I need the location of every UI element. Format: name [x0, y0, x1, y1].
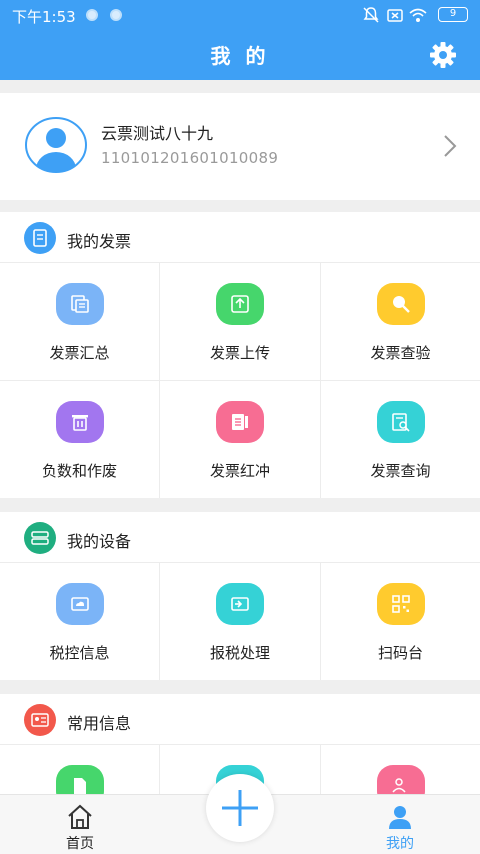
- contacts-icon: [376, 765, 425, 794]
- notification-dot-icon: [86, 9, 98, 21]
- trash-icon: [55, 401, 104, 443]
- tax-control-info-button[interactable]: 税控信息: [0, 563, 159, 680]
- transfer-icon: [216, 583, 264, 625]
- person-icon: [389, 806, 411, 829]
- status-bar: 下午1:53 9: [0, 0, 480, 30]
- section-header: 常用信息: [0, 694, 480, 745]
- grid-item-label: 发票查询: [370, 462, 431, 480]
- invoice-red-reversal-button[interactable]: 发票红冲: [160, 381, 320, 498]
- section-title: 我的设备: [67, 532, 132, 551]
- section-title: 我的发票: [67, 232, 132, 251]
- notification-dot-icon: [110, 9, 122, 21]
- sim-icon: [387, 9, 403, 22]
- id-card-icon: [24, 704, 56, 736]
- section-title: 常用信息: [67, 714, 132, 733]
- invoice-summary-button[interactable]: 发票汇总: [0, 263, 159, 380]
- page-title: 我 的: [210, 44, 270, 68]
- invoice-section-icon: [24, 222, 56, 254]
- section-header: 我的发票: [0, 212, 480, 263]
- section-header: 我的设备: [0, 512, 480, 563]
- file-icon: [55, 765, 104, 794]
- user-avatar-icon: [25, 117, 87, 173]
- invoice-summary-icon: [55, 283, 104, 325]
- negative-void-button[interactable]: 负数和作废: [0, 381, 159, 498]
- nav-home-label: 首页: [66, 836, 94, 852]
- grid-item-label: 发票汇总: [49, 344, 110, 362]
- plus-icon: [222, 790, 258, 826]
- gear-icon[interactable]: [428, 40, 458, 70]
- document-search-icon: [376, 401, 425, 443]
- grid-item-label: 发票红冲: [209, 462, 270, 480]
- magnifier-icon: [376, 283, 425, 325]
- grid-item-label: 负数和作废: [41, 462, 117, 480]
- invoice-upload-button[interactable]: 发票上传: [160, 263, 320, 380]
- grid-item-label: 扫码台: [377, 644, 423, 662]
- qr-code-icon: [376, 583, 425, 625]
- grid-item-label: 报税处理: [209, 644, 270, 662]
- section-my-devices: 我的设备 税控信息 报税处理 扫码台: [0, 512, 480, 680]
- document-icon: [216, 401, 264, 443]
- invoice-verify-button[interactable]: 发票查验: [321, 263, 480, 380]
- grid-item-label: 税控信息: [49, 644, 110, 662]
- tax-filing-button[interactable]: 报税处理: [160, 563, 320, 680]
- upload-icon: [216, 283, 264, 325]
- chevron-right-icon: [444, 135, 457, 157]
- status-time: 下午1:53: [12, 8, 76, 26]
- top-bar: 下午1:53 9 我 的: [0, 0, 480, 80]
- cloud-device-icon: [55, 583, 104, 625]
- device-section-icon: [24, 522, 56, 554]
- battery-icon: 9: [438, 7, 468, 22]
- profile-card[interactable]: 云票测试八十九 110101201601010089: [0, 93, 480, 200]
- invoice-query-button[interactable]: 发票查询: [321, 381, 480, 498]
- grid-item-label: 发票上传: [209, 344, 270, 362]
- common-item-1[interactable]: [0, 745, 159, 794]
- wifi-icon: [409, 8, 427, 22]
- grid-item-label: 发票查验: [370, 344, 431, 362]
- nav-mine-label: 我的: [386, 836, 414, 852]
- home-icon: [68, 804, 92, 829]
- scan-station-button[interactable]: 扫码台: [321, 563, 480, 680]
- add-button[interactable]: [206, 774, 274, 842]
- nav-home[interactable]: 首页: [48, 801, 112, 852]
- profile-id: 110101201601010089: [101, 149, 279, 167]
- profile-name: 云票测试八十九: [101, 124, 214, 143]
- common-item-3[interactable]: [321, 745, 480, 794]
- section-my-invoices: 我的发票 发票汇总 发票上传 发票查验 负数和作废 发票红冲 发票查询: [0, 212, 480, 498]
- nav-mine[interactable]: 我的: [368, 801, 432, 852]
- mute-icon: [363, 7, 379, 23]
